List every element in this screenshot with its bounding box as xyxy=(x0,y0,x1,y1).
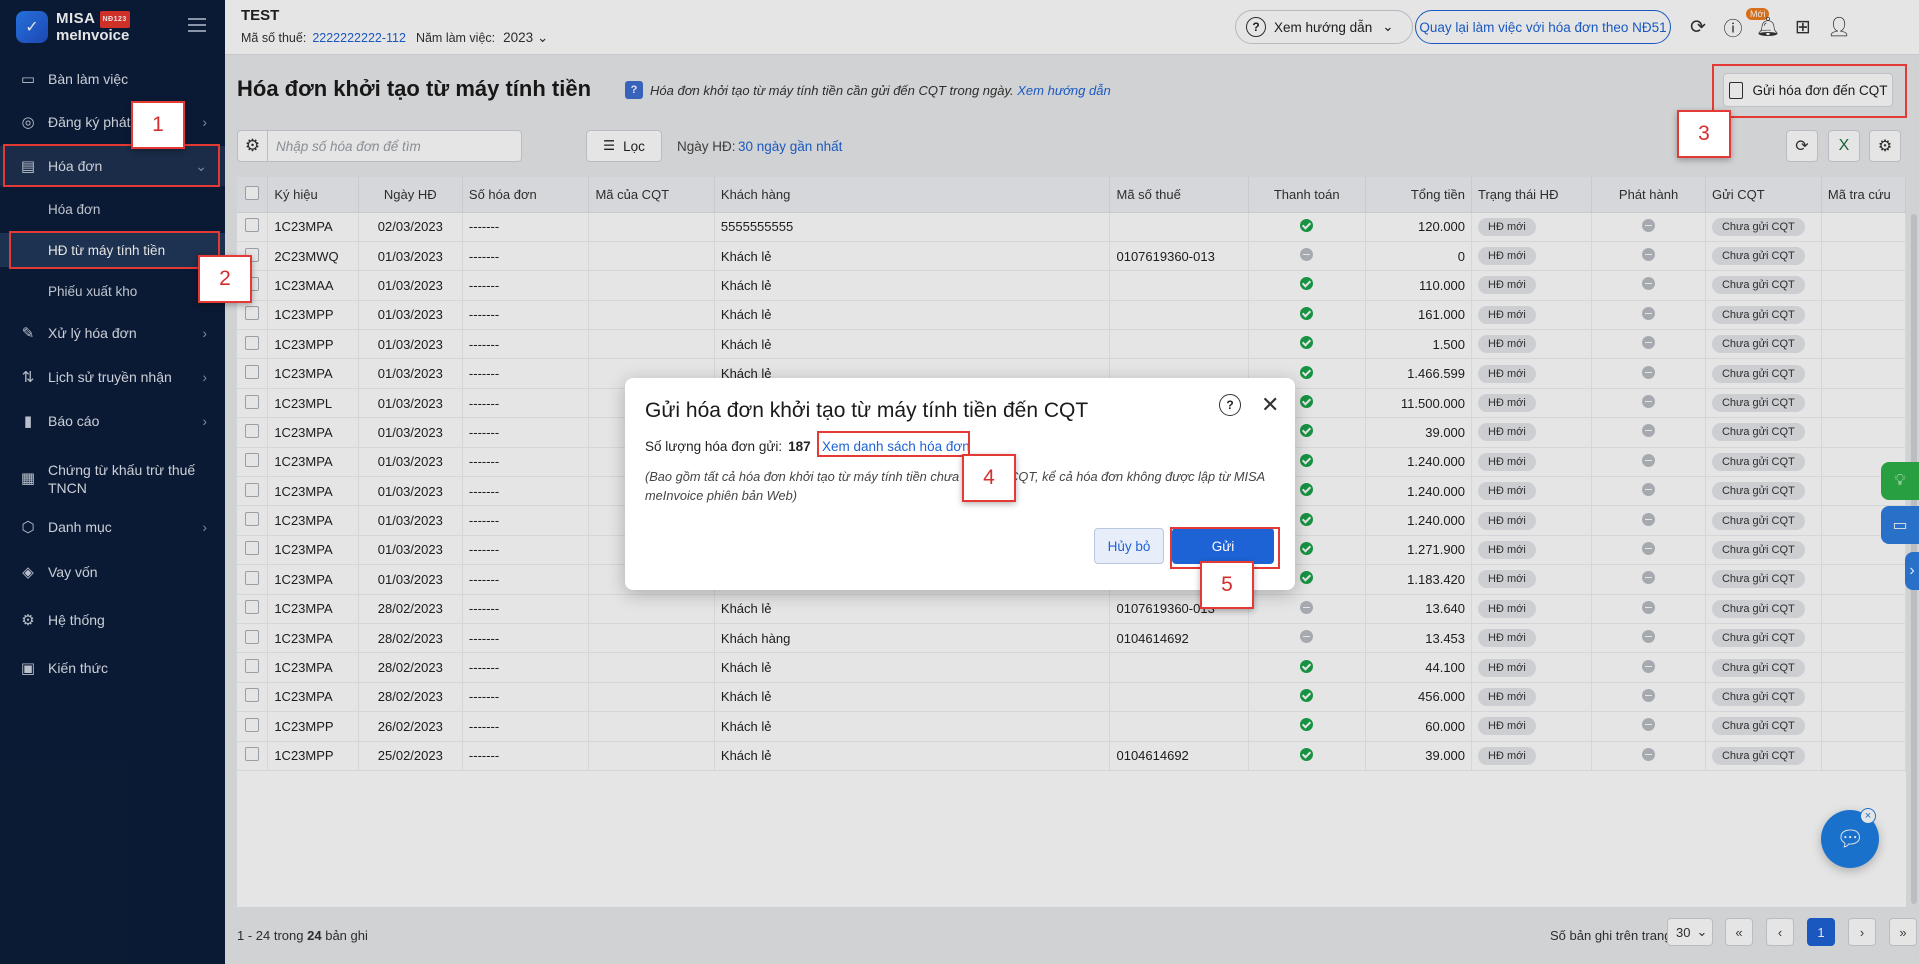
annotation-box-4 xyxy=(817,431,970,457)
invoice-count: Số lượng hóa đơn gửi: 187 xyxy=(645,439,811,454)
annotation-number-1: 1 xyxy=(131,101,185,149)
annotation-box-3 xyxy=(1712,64,1907,118)
annotation-number-3: 3 xyxy=(1677,110,1731,158)
annotation-box-2 xyxy=(9,231,220,269)
close-icon[interactable]: ✕ xyxy=(1261,392,1279,418)
annotation-number-5: 5 xyxy=(1200,561,1254,609)
annotation-number-4: 4 xyxy=(962,454,1016,502)
annotation-number-2: 2 xyxy=(198,255,252,303)
dialog-title: Gửi hóa đơn khởi tạo từ máy tính tiền đế… xyxy=(645,399,1089,422)
cancel-button[interactable]: Hủy bỏ xyxy=(1094,528,1164,564)
dialog-help-icon[interactable]: ? xyxy=(1219,394,1241,416)
annotation-box-1 xyxy=(3,144,220,187)
dialog-note: (Bao gồm tất cả hóa đơn khởi tạo từ máy … xyxy=(645,469,1265,503)
